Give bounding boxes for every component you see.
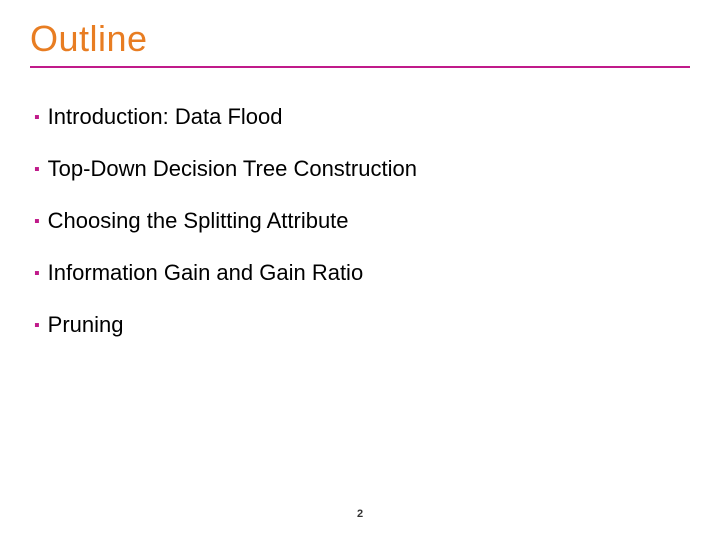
bullet-icon: ▪	[34, 104, 40, 132]
title-underline	[30, 66, 690, 68]
list-item: ▪ Introduction: Data Flood	[34, 104, 690, 132]
list-item-label: Information Gain and Gain Ratio	[48, 260, 364, 286]
outline-list: ▪ Introduction: Data Flood ▪ Top-Down De…	[30, 104, 690, 340]
list-item: ▪ Top-Down Decision Tree Construction	[34, 156, 690, 184]
page-number: 2	[0, 508, 720, 520]
list-item-label: Introduction: Data Flood	[48, 104, 283, 130]
list-item: ▪ Pruning	[34, 312, 690, 340]
bullet-icon: ▪	[34, 156, 40, 184]
bullet-icon: ▪	[34, 260, 40, 288]
slide: Outline ▪ Introduction: Data Flood ▪ Top…	[0, 0, 720, 540]
bullet-icon: ▪	[34, 208, 40, 236]
bullet-icon: ▪	[34, 312, 40, 340]
slide-title: Outline	[30, 18, 690, 60]
list-item-label: Choosing the Splitting Attribute	[48, 208, 349, 234]
list-item-label: Pruning	[48, 312, 124, 338]
list-item-label: Top-Down Decision Tree Construction	[48, 156, 417, 182]
list-item: ▪ Information Gain and Gain Ratio	[34, 260, 690, 288]
list-item: ▪ Choosing the Splitting Attribute	[34, 208, 690, 236]
